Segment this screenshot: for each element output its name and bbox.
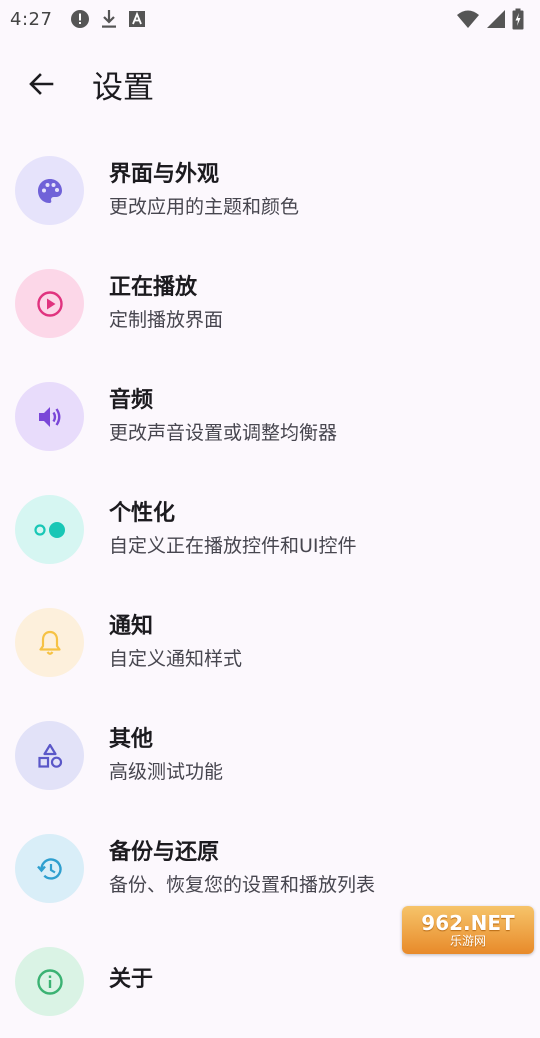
settings-item-text: 界面与外观 更改应用的主题和颜色 (109, 160, 299, 221)
settings-item-now-playing[interactable]: 正在播放 定制播放界面 (0, 247, 540, 360)
status-time: 4:27 (10, 9, 52, 30)
restore-icon (36, 855, 64, 883)
settings-item-text: 关于 (109, 965, 153, 998)
settings-item-text: 其他 高级测试功能 (109, 725, 223, 786)
settings-item-subtitle: 高级测试功能 (109, 758, 223, 786)
settings-item-icon-bg (15, 947, 84, 1016)
back-button[interactable] (15, 58, 67, 110)
arrow-back-icon (28, 71, 54, 97)
settings-item-title: 正在播放 (109, 273, 223, 303)
page-title: 设置 (92, 62, 154, 107)
play-circle-icon (36, 290, 64, 318)
settings-item-title: 个性化 (109, 499, 357, 529)
settings-item-subtitle: 自定义正在播放控件和UI控件 (109, 532, 357, 560)
settings-item-icon-bg (15, 156, 84, 225)
settings-item-title: 其他 (109, 725, 223, 755)
settings-item-title: 界面与外观 (109, 160, 299, 190)
wifi-icon (456, 9, 480, 29)
settings-item-subtitle: 备份、恢复您的设置和播放列表 (109, 871, 375, 899)
status-bar: 4:27 (0, 0, 540, 38)
watermark-bottom-text: 乐游网 (450, 934, 486, 948)
settings-list: 界面与外观 更改应用的主题和颜色 正在播放 定制播放界面 音频 更改声音设置或调… (0, 134, 540, 1038)
settings-item-title: 通知 (109, 612, 242, 642)
settings-item-text: 通知 自定义通知样式 (109, 612, 242, 673)
alert-circle-icon (70, 9, 90, 29)
app-bar: 设置 (0, 38, 540, 130)
settings-item-audio[interactable]: 音频 更改声音设置或调整均衡器 (0, 360, 540, 473)
settings-item-title: 关于 (109, 965, 153, 995)
settings-item-subtitle: 更改应用的主题和颜色 (109, 193, 299, 221)
settings-item-text: 备份与还原 备份、恢复您的设置和播放列表 (109, 838, 375, 899)
settings-item-text: 音频 更改声音设置或调整均衡器 (109, 386, 337, 447)
settings-item-icon-bg (15, 721, 84, 790)
settings-item-icon-bg (15, 495, 84, 564)
settings-item-icon-bg (15, 834, 84, 903)
settings-item-text: 正在播放 定制播放界面 (109, 273, 223, 334)
info-icon (36, 968, 64, 996)
settings-item-subtitle: 更改声音设置或调整均衡器 (109, 419, 337, 447)
font-a-icon (128, 10, 146, 28)
download-icon (100, 9, 118, 29)
settings-item-title: 音频 (109, 386, 337, 416)
settings-item-personalize[interactable]: 个性化 自定义正在播放控件和UI控件 (0, 473, 540, 586)
volume-icon (36, 403, 64, 431)
bell-icon (37, 629, 63, 657)
settings-item-icon-bg (15, 382, 84, 451)
settings-item-appearance[interactable]: 界面与外观 更改应用的主题和颜色 (0, 134, 540, 247)
settings-item-subtitle: 自定义通知样式 (109, 645, 242, 673)
settings-item-text: 个性化 自定义正在播放控件和UI控件 (109, 499, 357, 560)
watermark-top-text: 962.NET (421, 912, 514, 934)
cell-signal-icon (486, 9, 506, 29)
battery-charging-icon (512, 8, 524, 30)
palette-icon (36, 177, 64, 205)
settings-item-title: 备份与还原 (109, 838, 375, 868)
toggle-dots-icon (33, 520, 67, 540)
settings-item-subtitle: 定制播放界面 (109, 306, 223, 334)
watermark-logo: 962.NET 乐游网 (402, 906, 534, 954)
status-notification-icons (70, 9, 146, 29)
settings-item-other[interactable]: 其他 高级测试功能 (0, 699, 540, 812)
status-system-icons (456, 8, 524, 30)
settings-item-icon-bg (15, 269, 84, 338)
shapes-icon (36, 742, 64, 770)
settings-item-notification[interactable]: 通知 自定义通知样式 (0, 586, 540, 699)
settings-item-icon-bg (15, 608, 84, 677)
